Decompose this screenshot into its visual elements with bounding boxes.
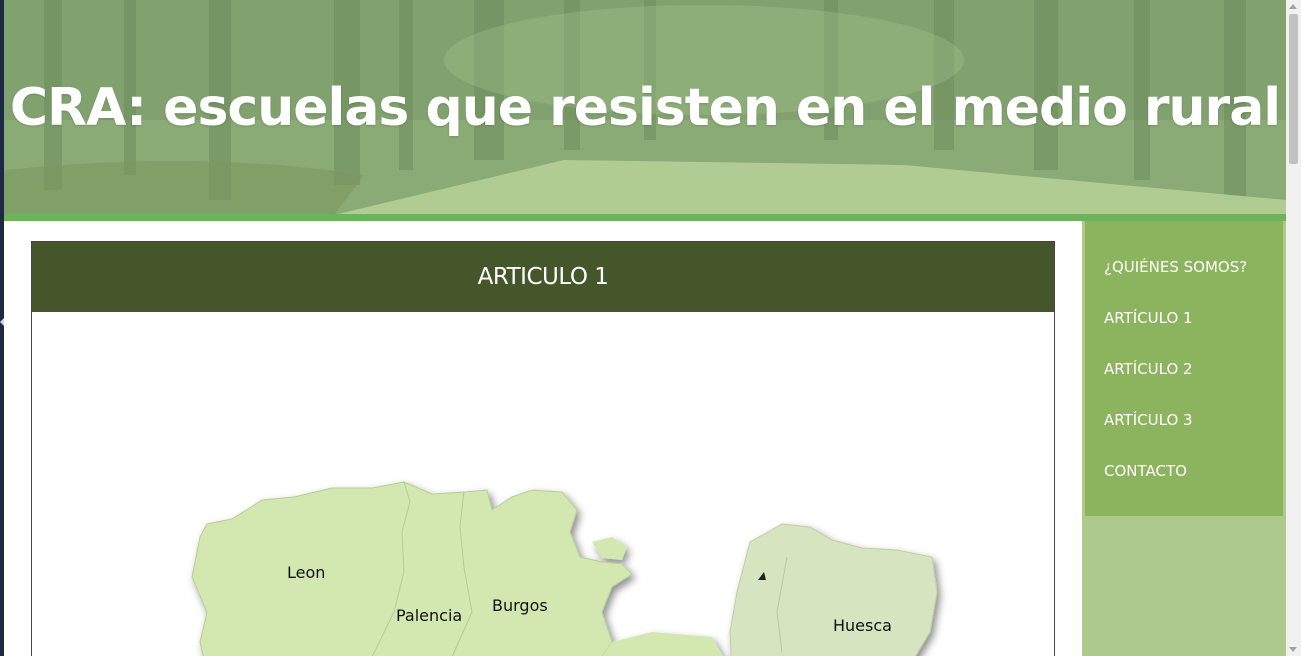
sidebar-item-articulo-1[interactable]: ARTÍCULO 1 bbox=[1104, 309, 1193, 327]
map-label-burgos: Burgos bbox=[492, 596, 548, 615]
scroll-down-arrow-icon[interactable] bbox=[1289, 647, 1297, 652]
header-divider bbox=[4, 214, 1286, 221]
vertical-scrollbar[interactable] bbox=[1286, 0, 1301, 656]
sidebar-item-quienes-somos[interactable]: ¿QUIÉNES SOMOS? bbox=[1104, 258, 1247, 276]
collapse-arrow-icon bbox=[0, 318, 4, 326]
map-region-cantabria-islet bbox=[592, 537, 627, 560]
page-header-banner: CRA: escuelas que resisten en el medio r… bbox=[4, 0, 1286, 215]
article-panel: ARTICULO 1 Leon Palencia Burgos Huesca bbox=[31, 241, 1055, 656]
map-region-burgos bbox=[451, 489, 633, 656]
sidebar-item-articulo-2[interactable]: ARTÍCULO 2 bbox=[1104, 360, 1193, 378]
sidebar: ¿QUIÉNES SOMOS? ARTÍCULO 1 ARTÍCULO 2 AR… bbox=[1082, 221, 1286, 656]
map-label-huesca: Huesca bbox=[833, 616, 892, 635]
map-label-leon: Leon bbox=[287, 563, 325, 582]
sidebar-item-contacto[interactable]: CONTACTO bbox=[1104, 462, 1187, 480]
scroll-thumb[interactable] bbox=[1289, 14, 1298, 164]
map-region-south-strip bbox=[602, 632, 723, 656]
map-region-huesca bbox=[729, 523, 938, 656]
scroll-up-arrow-icon[interactable] bbox=[1289, 4, 1297, 9]
page-title: CRA: escuelas que resisten en el medio r… bbox=[9, 78, 1281, 138]
article-header: ARTICULO 1 bbox=[32, 242, 1054, 312]
region-map: Leon Palencia Burgos Huesca bbox=[191, 481, 938, 656]
article-title: ARTICULO 1 bbox=[477, 264, 609, 290]
sidebar-item-articulo-3[interactable]: ARTÍCULO 3 bbox=[1104, 411, 1193, 429]
map-label-palencia: Palencia bbox=[396, 606, 462, 625]
sidebar-menu: ¿QUIÉNES SOMOS? ARTÍCULO 1 ARTÍCULO 2 AR… bbox=[1085, 221, 1283, 516]
